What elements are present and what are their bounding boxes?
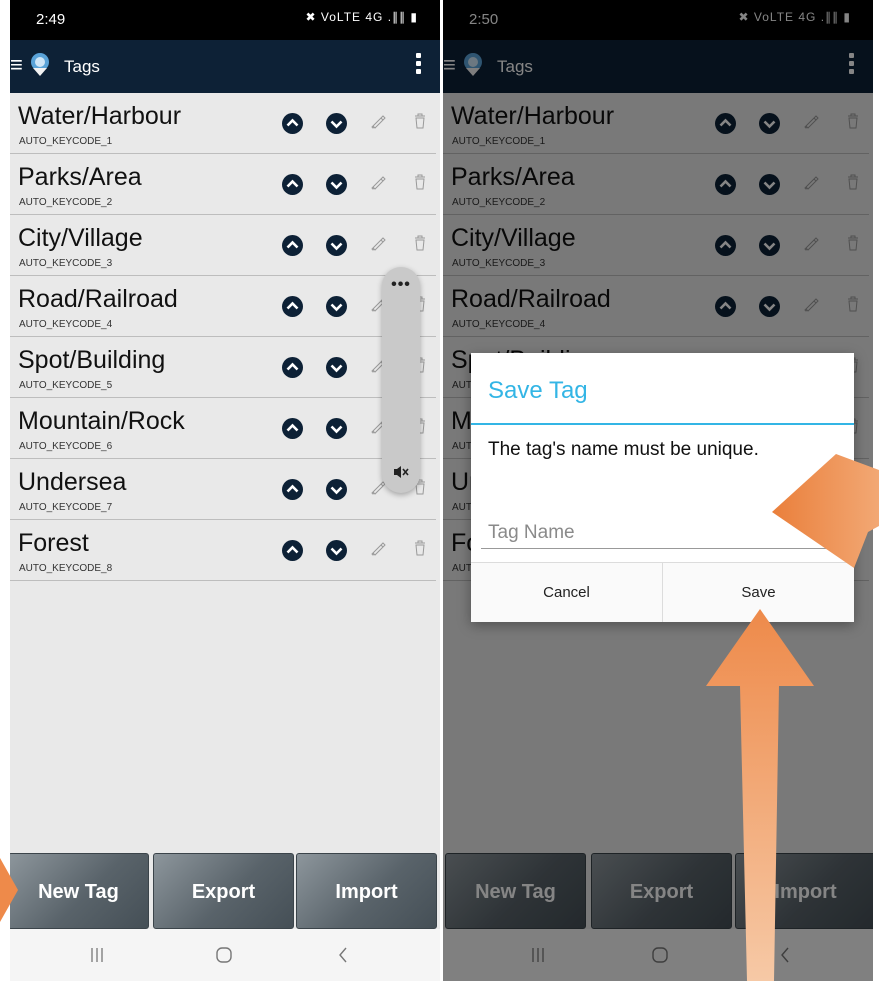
arrow-to-new-tag: [0, 858, 18, 922]
annotation-arrows: [0, 454, 879, 981]
arrow-to-save: [706, 609, 814, 981]
arrow-to-tag-name: [772, 454, 879, 568]
